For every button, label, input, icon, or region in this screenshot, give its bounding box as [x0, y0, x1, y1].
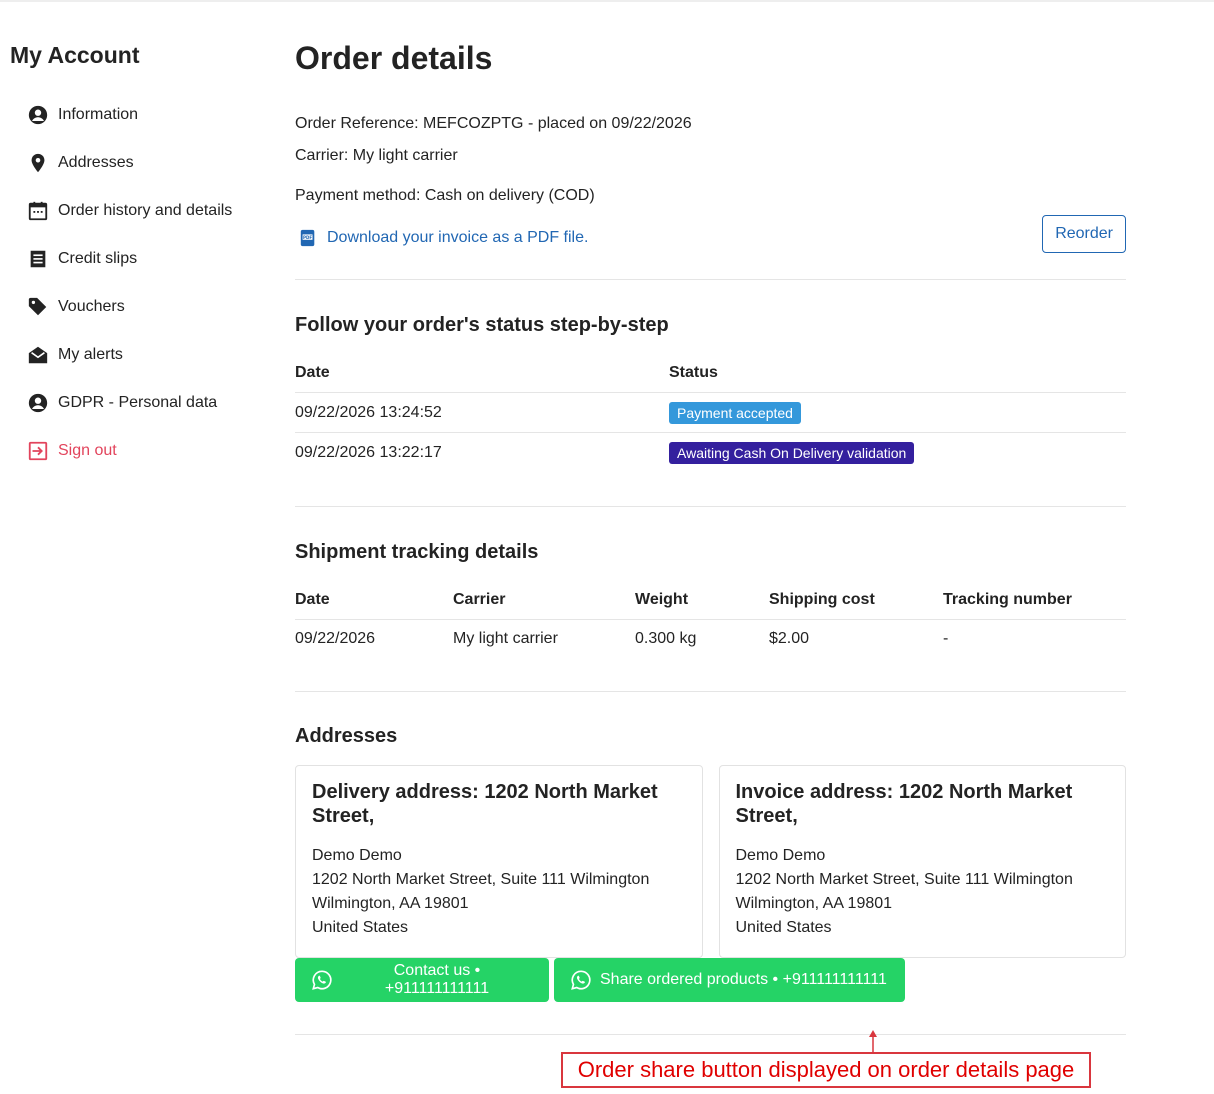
receipt-icon [27, 248, 49, 270]
status-date: 09/22/2026 13:22:17 [295, 443, 442, 461]
column-header-shipping-cost: Shipping cost [769, 590, 943, 620]
account-sidebar: My Account Information Addresses Order h… [10, 42, 270, 475]
invoice-address-country: United States [735, 919, 832, 936]
tracking-weight: 0.300 kg [635, 630, 697, 648]
section-divider [295, 279, 1126, 280]
download-invoice-link[interactable]: PDF Download your invoice as a PDF file. [295, 229, 588, 247]
column-header-weight: Weight [635, 590, 769, 620]
sidebar-item-vouchers[interactable]: Vouchers [10, 283, 270, 331]
delivery-address-heading: Delivery address: 1202 North Market Stre… [312, 781, 658, 827]
whatsapp-share-label: Share ordered products • +911111111111 [600, 971, 887, 988]
sidebar-item-label: Order history and details [58, 202, 233, 219]
sidebar-item-addresses[interactable]: Addresses [10, 139, 270, 187]
user-circle-icon [27, 392, 49, 414]
delivery-address-city: Wilmington, AA 19801 [312, 895, 469, 912]
status-badge: Payment accepted [669, 401, 801, 424]
invoice-address-street: 1202 North Market Street, Suite 111 Wilm… [735, 871, 1073, 888]
sidebar-item-label: GDPR - Personal data [58, 394, 218, 411]
sidebar-item-alerts[interactable]: My alerts [10, 331, 270, 379]
top-border [0, 0, 1214, 2]
page-title: Order details [295, 40, 493, 76]
invoice-address-name: Demo Demo [735, 847, 826, 864]
sidebar-item-label: My alerts [58, 346, 123, 363]
calendar-icon [27, 200, 49, 222]
invoice-address-city: Wilmington, AA 19801 [735, 895, 893, 912]
table-header-row: Date Carrier Weight Shipping cost Tracki… [295, 590, 1126, 620]
envelope-open-icon [27, 344, 49, 366]
reorder-button[interactable]: Reorder [1042, 215, 1126, 253]
invoice-row: PDF Download your invoice as a PDF file.… [295, 215, 1126, 261]
download-invoice-label: Download your invoice as a PDF file. [327, 229, 589, 246]
delivery-address-street: 1202 North Market Street, Suite 111 Wilm… [312, 871, 650, 888]
addresses-section-title: Addresses [295, 725, 398, 747]
sidebar-item-label: Addresses [58, 154, 134, 171]
sidebar-item-label: Sign out [58, 442, 117, 459]
table-row: 09/22/2026 My light carrier 0.300 kg $2.… [295, 619, 1126, 659]
sidebar-item-credit-slips[interactable]: Credit slips [10, 235, 270, 283]
tracking-table: Date Carrier Weight Shipping cost Tracki… [295, 590, 1126, 660]
column-header-date: Date [295, 364, 669, 393]
table-row: 09/22/2026 13:22:17 Awaiting Cash On Del… [295, 433, 1126, 473]
section-divider [295, 505, 1126, 507]
table-header-row: Date Status [295, 364, 1126, 393]
order-payment-method: Payment method: Cash on delivery (COD) [295, 187, 595, 204]
order-details-main: Order details Order Reference: MEFCOZPTG… [295, 40, 1126, 1035]
table-row: 09/22/2026 13:24:52 Payment accepted [295, 392, 1126, 433]
tracking-cost: $2.00 [769, 630, 810, 648]
whatsapp-contact-label: Contact us • +911111111111 [384, 962, 490, 997]
sign-out-icon [27, 440, 49, 462]
status-cell: Payment accepted [669, 392, 1126, 433]
sidebar-item-information[interactable]: Information [10, 91, 270, 139]
column-header-date: Date [295, 590, 453, 620]
order-reference: Order Reference: MEFCOZPTG - placed on 0… [295, 115, 692, 132]
svg-text:PDF: PDF [303, 235, 312, 240]
column-header-tracking-number: Tracking number [943, 590, 1126, 620]
status-cell: Awaiting Cash On Delivery validation [669, 433, 1126, 473]
tracking-number: - [943, 630, 949, 648]
tracking-section-title: Shipment tracking details [295, 540, 539, 563]
annotation-arrow-icon [869, 1030, 877, 1054]
whatsapp-contact-button[interactable]: Contact us • +911111111111 [295, 958, 549, 1002]
annotation-callout: Order share button displayed on order de… [561, 1052, 1091, 1088]
whatsapp-icon [570, 969, 592, 991]
user-circle-icon [27, 104, 49, 126]
whatsapp-icon [311, 969, 333, 991]
whatsapp-share-products-button[interactable]: Share ordered products • +911111111111 [554, 958, 905, 1002]
status-badge: Awaiting Cash On Delivery validation [669, 441, 915, 464]
pdf-file-icon: PDF [300, 229, 315, 247]
tracking-carrier: My light carrier [453, 630, 558, 648]
status-table: Date Status 09/22/2026 13:24:52 Payment … [295, 364, 1126, 473]
column-header-status: Status [669, 364, 1126, 393]
whatsapp-buttons: Contact us • +911111111111 Share ordered… [295, 958, 1126, 1004]
section-divider [295, 691, 1126, 692]
sidebar-item-label: Information [58, 106, 139, 123]
order-carrier: Carrier: My light carrier [295, 147, 458, 164]
address-cards: Delivery address: 1202 North Market Stre… [295, 765, 1126, 958]
status-date: 09/22/2026 13:24:52 [295, 392, 669, 433]
sidebar-item-label: Vouchers [58, 298, 125, 315]
tracking-date: 09/22/2026 [295, 630, 376, 648]
status-section-title: Follow your order's status step-by-step [295, 314, 669, 336]
delivery-address-card: Delivery address: 1202 North Market Stre… [295, 765, 703, 958]
sidebar-item-label: Credit slips [58, 250, 138, 267]
column-header-carrier: Carrier [453, 590, 635, 620]
section-divider [295, 1034, 1126, 1035]
invoice-address-heading: Invoice address: 1202 North Market Stree… [735, 781, 1073, 827]
sidebar-item-sign-out[interactable]: Sign out [10, 427, 270, 475]
invoice-address-card: Invoice address: 1202 North Market Stree… [718, 765, 1126, 958]
map-pin-icon [27, 152, 49, 174]
sidebar-item-order-history[interactable]: Order history and details [10, 187, 270, 235]
delivery-address-name: Demo Demo [312, 847, 402, 864]
tag-icon [27, 296, 49, 318]
delivery-address-country: United States [312, 919, 409, 936]
sidebar-item-gdpr[interactable]: GDPR - Personal data [10, 379, 270, 427]
sidebar-title: My Account [10, 42, 140, 68]
